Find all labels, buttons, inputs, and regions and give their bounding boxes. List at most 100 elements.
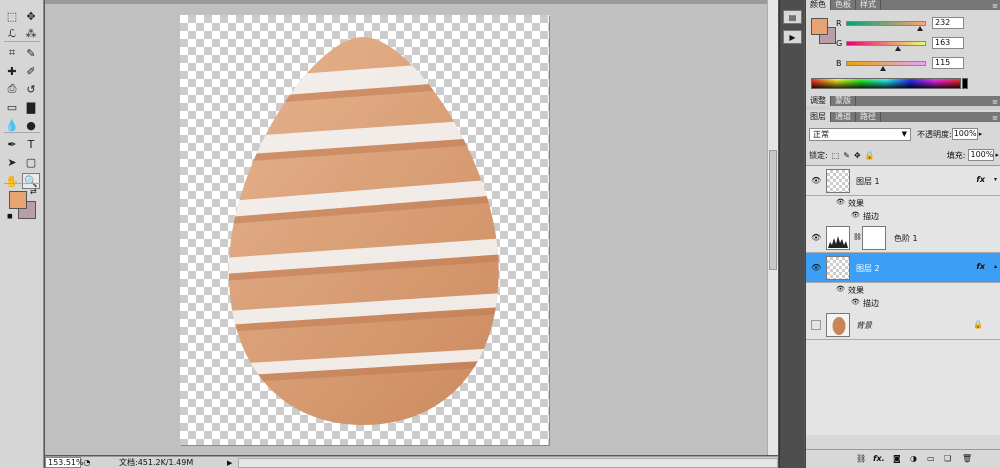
add-style-icon[interactable]: fx. — [873, 454, 885, 463]
healing-brush-icon[interactable]: ✚ — [3, 63, 21, 79]
brush-icon[interactable]: ✐ — [22, 63, 40, 79]
layer-row-background[interactable]: 背景 🔒 — [806, 310, 1000, 340]
visibility-toggle[interactable] — [811, 320, 821, 330]
pen-icon[interactable]: ✒ — [3, 136, 21, 152]
opacity-arrow-icon[interactable]: ▸ — [979, 130, 983, 138]
blur-icon[interactable]: 💧 — [3, 117, 21, 133]
swap-colors-icon[interactable]: ⇄ — [30, 187, 37, 196]
eye-icon[interactable]: 👁 — [811, 233, 821, 243]
magic-wand-icon[interactable]: ⁂ — [22, 25, 40, 41]
effects-row[interactable]: 👁 效果 — [806, 283, 1000, 296]
blend-mode-value: 正常 — [813, 129, 829, 139]
eye-icon[interactable]: 👁 — [811, 263, 821, 273]
expand-arrow-icon[interactable]: ▾ — [994, 176, 997, 183]
lock-all-icon[interactable]: 🔒 — [865, 151, 875, 160]
new-layer-icon[interactable]: ❏ — [944, 454, 951, 463]
tab-masks[interactable]: 蒙版 — [831, 96, 856, 106]
eye-icon[interactable]: 👁 — [836, 198, 845, 206]
tab-adjustments[interactable]: 调整 — [806, 96, 831, 106]
vertical-scrollbar[interactable] — [767, 0, 778, 455]
green-slider-thumb[interactable] — [895, 45, 902, 51]
color-spectrum[interactable] — [811, 78, 961, 89]
effects-row[interactable]: 👁 效果 — [806, 196, 1000, 209]
hand-icon[interactable]: ✋ — [3, 173, 21, 189]
vertical-scroll-thumb[interactable] — [769, 150, 777, 270]
layer-name[interactable]: 色阶 1 — [894, 233, 918, 244]
move-icon[interactable]: ✥ — [22, 8, 40, 24]
opacity-field[interactable]: 100% — [951, 128, 978, 140]
layer-name[interactable]: 图层 1 — [856, 176, 880, 187]
tab-styles[interactable]: 样式 — [856, 0, 881, 10]
tab-swatches[interactable]: 色板 — [831, 0, 856, 10]
green-value[interactable]: 163 — [932, 37, 964, 49]
trash-icon[interactable]: 🗑 — [962, 454, 972, 463]
fx-icon[interactable]: fx — [976, 175, 985, 184]
clone-stamp-icon[interactable]: ⎙ — [3, 81, 21, 97]
fill-arrow-icon[interactable]: ▸ — [995, 151, 999, 159]
crop-icon[interactable]: ⌗ — [3, 45, 21, 61]
spectrum-black-white[interactable] — [962, 78, 968, 89]
eye-icon[interactable]: 👁 — [851, 298, 860, 306]
eye-icon[interactable]: 👁 — [811, 176, 821, 186]
eye-icon[interactable]: 👁 — [851, 211, 860, 219]
eraser-icon[interactable]: ▭ — [3, 99, 21, 115]
shape-icon[interactable]: ▢ — [22, 154, 40, 170]
tab-channels[interactable]: 通道 — [831, 112, 856, 122]
history-panel-icon[interactable]: ▤ — [783, 10, 802, 24]
foreground-color-swatch[interactable] — [9, 191, 27, 209]
layer-mask-thumbnail[interactable] — [862, 226, 886, 250]
chain-link-icon[interactable]: ⛓ — [853, 233, 862, 241]
adjustments-menu-icon[interactable]: ≡ — [992, 98, 998, 106]
layer-row-layer1[interactable]: 👁 图层 1 fx ▾ — [806, 166, 1000, 196]
red-slider[interactable] — [846, 20, 926, 31]
layer-name[interactable]: 图层 2 — [856, 263, 880, 274]
eye-icon[interactable]: 👁 — [836, 285, 845, 293]
link-layers-icon[interactable]: ⛓ — [856, 454, 866, 463]
document-canvas[interactable] — [180, 15, 549, 445]
status-info-icon[interactable]: ◔ — [81, 458, 93, 467]
blue-slider[interactable] — [846, 60, 926, 71]
red-value[interactable]: 232 — [932, 17, 964, 29]
canvas-area[interactable] — [45, 0, 778, 455]
lock-pixels-icon[interactable]: ✎ — [843, 151, 850, 160]
layer-row-layer2[interactable]: 👁 图层 2 fx ▴ — [806, 253, 1000, 283]
path-selection-icon[interactable]: ➤ — [3, 154, 21, 170]
green-slider[interactable] — [846, 40, 926, 51]
stroke-effect-row[interactable]: 👁 描边 — [806, 209, 1000, 222]
dodge-icon[interactable]: ● — [22, 117, 40, 133]
marquee-icon[interactable]: ⬚ — [3, 8, 21, 24]
eyedropper-icon[interactable]: ✎ — [22, 45, 40, 61]
blend-mode-select[interactable]: 正常 ▼ — [809, 127, 911, 141]
fx-icon[interactable]: fx — [976, 262, 985, 271]
blue-slider-thumb[interactable] — [880, 65, 887, 71]
layers-menu-icon[interactable]: ≡ — [992, 114, 998, 122]
new-adjustment-icon[interactable]: ◑ — [910, 454, 917, 463]
blue-value[interactable]: 115 — [932, 57, 964, 69]
zoom-field[interactable]: 153.51% — [45, 457, 84, 468]
panel-foreground-color[interactable] — [811, 18, 828, 35]
actions-panel-icon[interactable]: ▶ — [783, 30, 802, 44]
panel-menu-icon[interactable]: ≡ — [992, 2, 998, 10]
red-slider-thumb[interactable] — [916, 25, 923, 31]
lock-position-icon[interactable]: ✥ — [854, 151, 861, 160]
layer-row-levels1[interactable]: 👁 ⛓ 色阶 1 — [806, 223, 1000, 253]
type-icon[interactable]: T — [22, 136, 40, 152]
tab-layers[interactable]: 图层 — [806, 112, 831, 122]
gradient-icon[interactable]: ▇ — [22, 99, 40, 115]
status-menu-arrow-icon[interactable]: ▶ — [227, 459, 232, 467]
adjustments-panel-tabs: 调整 蒙版 ≡ — [806, 96, 1000, 106]
horizontal-scrollbar[interactable] — [238, 457, 778, 468]
layer-name[interactable]: 背景 — [856, 320, 872, 331]
default-colors-icon[interactable]: ◼ — [7, 212, 13, 220]
tab-paths[interactable]: 路径 — [856, 112, 881, 122]
add-mask-icon[interactable]: ◙ — [893, 454, 901, 463]
document-tab-bar[interactable] — [45, 0, 778, 4]
new-group-icon[interactable]: ▭ — [927, 454, 935, 463]
lock-transparency-icon[interactable]: ⬚ — [832, 151, 840, 160]
stroke-effect-row[interactable]: 👁 描边 — [806, 296, 1000, 309]
collapse-arrow-icon[interactable]: ▴ — [994, 263, 997, 270]
fill-field[interactable]: 100% — [968, 149, 995, 161]
tab-color[interactable]: 颜色 — [806, 0, 831, 10]
history-brush-icon[interactable]: ↺ — [22, 81, 40, 97]
lasso-icon[interactable]: ℒ — [3, 25, 21, 41]
